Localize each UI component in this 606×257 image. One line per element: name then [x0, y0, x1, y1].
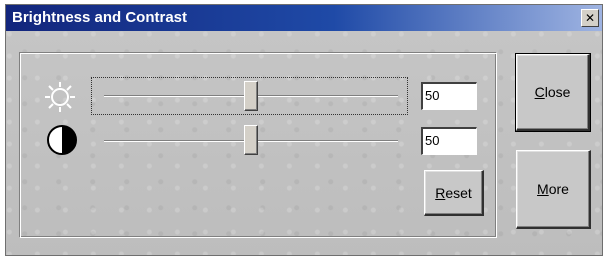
reset-label: eset	[445, 184, 472, 201]
close-button[interactable]: Close	[516, 54, 590, 131]
sun-icon	[45, 82, 75, 112]
close-window-button[interactable]: ✕	[581, 9, 599, 27]
dialog-title: Brightness and Contrast	[12, 9, 188, 26]
title-bar[interactable]: Brightness and Contrast ✕	[6, 5, 602, 31]
more-button[interactable]: More	[516, 150, 591, 229]
close-label: lose	[544, 84, 571, 100]
close-mnemonic: C	[534, 84, 545, 100]
reset-button[interactable]: Reset	[424, 170, 484, 216]
contrast-slider-thumb[interactable]	[244, 125, 258, 155]
brightness-slider-thumb[interactable]	[244, 81, 258, 111]
more-mnemonic: M	[537, 181, 549, 197]
close-x-icon: ✕	[584, 11, 596, 25]
half-circle-contrast-icon	[47, 125, 77, 155]
brightness-value-field[interactable]: 50	[421, 82, 477, 110]
contrast-value-field[interactable]: 50	[421, 127, 477, 155]
more-label: ore	[548, 181, 569, 197]
reset-mnemonic: R	[435, 184, 446, 201]
